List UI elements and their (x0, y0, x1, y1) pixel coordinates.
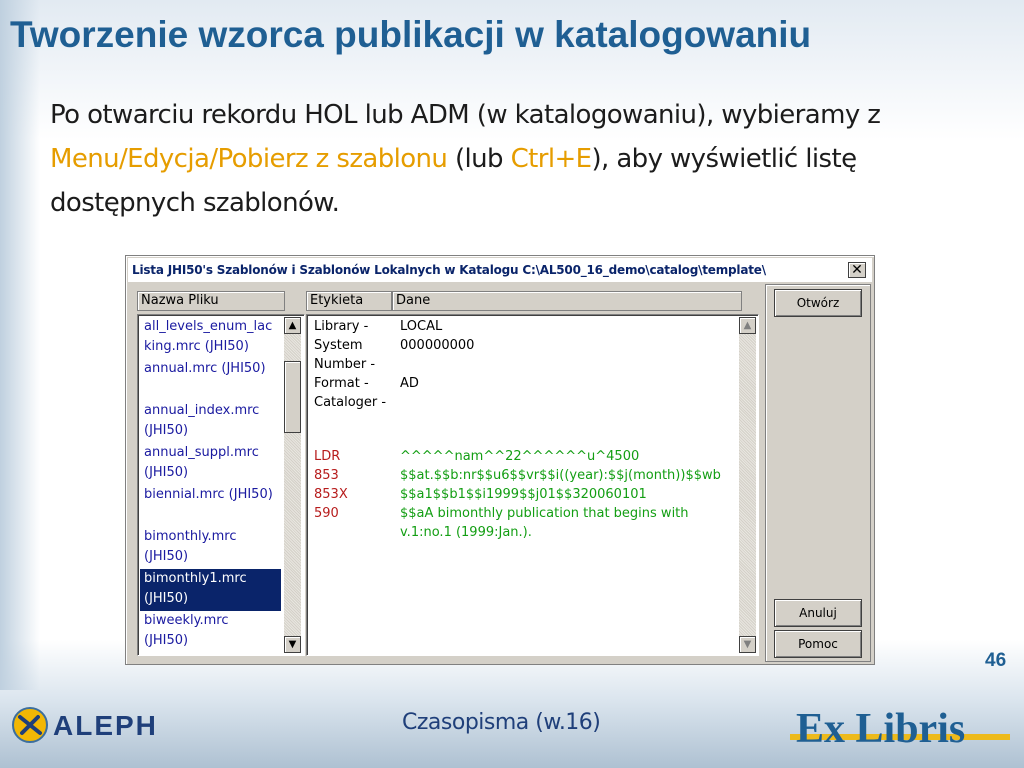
file-name-line: (JHI50) (144, 549, 189, 564)
file-name-line: biweekly.mrc (144, 613, 229, 628)
file-name-line: (JHI50) (144, 423, 189, 438)
scrollbar-thumb[interactable] (284, 361, 301, 433)
body-text-mid: (lub (447, 144, 511, 174)
metadata-label: Format - (314, 376, 369, 391)
footer-title: Czasopisma (w.16) (402, 710, 601, 735)
metadata-label: System (314, 338, 363, 353)
metadata-label: Library - (314, 319, 369, 334)
ex-libris-logo-text: Ex Libris (796, 706, 965, 752)
open-button[interactable]: Otwórz (774, 289, 862, 317)
file-name-line: (JHI50) (144, 465, 189, 480)
file-name-line: annual.mrc (JHI50) (144, 361, 266, 376)
file-name-line: (JHI50) (144, 633, 189, 648)
slide-title: Tworzenie wzorca publikacji w katalogowa… (10, 14, 812, 55)
marc-field-value: $$at.$$b:nr$$u6$$vr$$i((year):$$j(month)… (400, 468, 721, 483)
marc-tag: 853 (314, 468, 339, 483)
file-list[interactable]: all_levels_enum_lac king.mrc (JHI50) annua… (137, 314, 305, 656)
marc-field-value: v.1:no.1 (1999:Jan.). (400, 525, 532, 540)
file-name-line: bimonthly.mrc (144, 529, 237, 544)
metadata-value: LOCAL (400, 319, 443, 334)
file-name-line: annual_index.mrc (144, 403, 260, 418)
marc-field-value: $$aA bimonthly publication that begins w… (400, 506, 689, 521)
column-header-label[interactable]: Etykieta (306, 291, 392, 311)
marc-tag: LDR (314, 449, 341, 464)
shortcut-highlight: Ctrl+E (510, 144, 592, 174)
scroll-down-button[interactable]: ▼ (284, 636, 301, 653)
column-header-file-name[interactable]: Nazwa Pliku (137, 291, 285, 311)
file-list-item[interactable]: biweekly.mrc (JHI50) (140, 611, 281, 653)
file-list-item[interactable]: annual.mrc (JHI50) (140, 359, 281, 401)
marc-field-value: ^^^^^nam^^22^^^^^^u^4500 (400, 449, 640, 464)
body-text-intro: Po otwarciu rekordu HOL lub ADM (w katal… (50, 100, 881, 130)
file-name-line: biennial.mrc (JHI50) (144, 487, 273, 502)
metadata-label: Cataloger - (314, 395, 387, 410)
marc-tag: 853X (314, 487, 348, 502)
marc-field-value: $$a1$$b1$$i1999$$j01$$320060101 (400, 487, 647, 502)
ex-libris-logo: Ex Libris (790, 706, 1010, 752)
file-name-line: (JHI50) (144, 591, 189, 606)
content-scroll-up-button[interactable]: ▲ (739, 317, 756, 334)
dialog-titlebar: Lista JHI50's Szablonów i Szablonów Loka… (128, 258, 872, 282)
file-name-line: combined_chron_bi (144, 653, 281, 655)
file-list-item[interactable]: bimonthly.mrc (JHI50) (140, 527, 281, 569)
file-list-item[interactable]: all_levels_enum_lac king.mrc (JHI50) (140, 317, 281, 359)
content-scrollbar[interactable]: ▲ ▼ (739, 317, 756, 653)
file-list-item[interactable]: combined_chron_bimonthly.mrc (JHI50) (140, 653, 281, 655)
file-list-item[interactable]: annual_suppl.mrc (JHI50) (140, 443, 281, 485)
metadata-value: 000000000 (400, 338, 475, 353)
file-name-line: king.mrc (JHI50) (144, 339, 249, 354)
scroll-up-button[interactable]: ▲ (284, 317, 301, 334)
menu-path-highlight: Menu/Edycja/Pobierz z szablonu (50, 144, 448, 174)
template-list-dialog: Lista JHI50's Szablonów i Szablonów Loka… (125, 255, 875, 665)
column-header-data[interactable]: Dane (392, 291, 742, 311)
metadata-value: AD (400, 376, 419, 391)
slide-body-text: Po otwarciu rekordu HOL lub ADM (w katal… (50, 93, 1000, 225)
file-name-line: all_levels_enum_lac (144, 319, 273, 334)
page-number: 46 (985, 650, 1007, 671)
file-list-item[interactable]: bimonthly1.mrc (JHI50) (140, 569, 281, 611)
aleph-logo-text: ALEPH (53, 710, 158, 741)
left-decoration-band (0, 0, 40, 690)
aleph-logo: ALEPH (12, 707, 158, 743)
marc-tag: 590 (314, 506, 339, 521)
file-list-scrollbar[interactable]: ▲ ▼ (284, 317, 301, 653)
help-button[interactable]: Pomoc (774, 630, 862, 658)
close-button[interactable]: ✕ (848, 262, 866, 278)
metadata-label: Number - (314, 357, 376, 372)
file-name-line: annual_suppl.mrc (144, 445, 259, 460)
file-list-item[interactable]: annual_index.mrc (JHI50) (140, 401, 281, 443)
file-name-line: bimonthly1.mrc (144, 571, 247, 586)
content-scroll-down-button[interactable]: ▼ (739, 636, 756, 653)
dialog-title: Lista JHI50's Szablonów i Szablonów Loka… (132, 263, 766, 277)
file-list-item[interactable]: biennial.mrc (JHI50) (140, 485, 281, 527)
cancel-button[interactable]: Anuluj (774, 599, 862, 627)
